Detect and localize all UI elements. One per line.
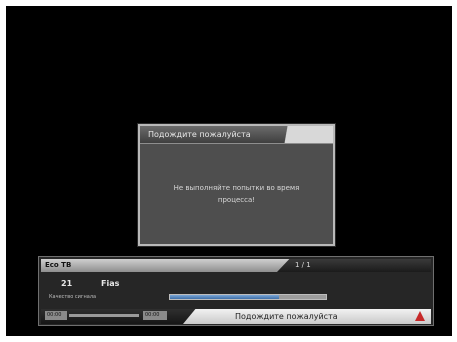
signal-quality-fill xyxy=(170,295,280,299)
footer-time-end: 00:00 xyxy=(143,311,167,320)
signal-quality-label: Качество сигнала xyxy=(49,294,97,300)
dialog-message: Не выполняйте попытки во время процесса! xyxy=(146,182,327,206)
footer-time-start: 00:00 xyxy=(45,311,67,320)
satellite-name: Eco TB xyxy=(45,261,72,269)
dialog-message-line-1: Не выполняйте попытки во время xyxy=(173,184,300,192)
dialog-title: Подождите пожалуйста xyxy=(140,126,333,144)
info-header-tab: 1 / 1 xyxy=(277,259,431,272)
channel-number: 21 xyxy=(61,279,73,288)
channel-info-bar: Eco TB 1 / 1 21 Fias Качество сигнала 00… xyxy=(38,256,434,326)
signal-quality-bar xyxy=(169,294,327,300)
channel-name: Fias xyxy=(101,279,120,288)
footer-status-text: Подождите пожалуйста xyxy=(235,312,338,321)
warning-arrow-icon xyxy=(415,311,425,321)
dialog-message-line-2: процесса! xyxy=(217,196,256,204)
footer-status-panel: Подождите пожалуйста xyxy=(183,309,431,324)
info-footer: 00:00 00:00 Подождите пожалуйста xyxy=(41,309,431,324)
info-header: Eco TB 1 / 1 xyxy=(41,259,431,272)
please-wait-dialog: Подождите пожалуйста Не выполняйте попыт… xyxy=(138,124,335,246)
footer-progress-bar xyxy=(69,314,139,317)
info-tab-label: 1 / 1 xyxy=(295,261,311,269)
